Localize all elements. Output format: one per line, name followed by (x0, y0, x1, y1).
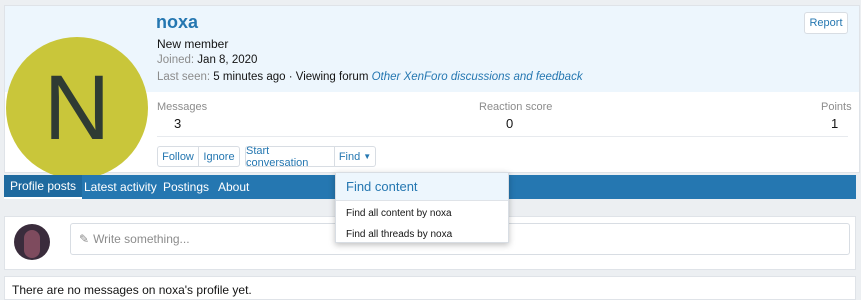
pencil-icon: ✎ (79, 232, 90, 246)
divider (157, 136, 848, 137)
joined-info: Joined: Jan 8, 2020 (157, 54, 257, 66)
viewing-forum-link[interactable]: Other XenForo discussions and feedback (372, 71, 583, 83)
find-all-content-link[interactable]: Find all content by noxa (346, 208, 452, 219)
tab-profile-posts[interactable]: Profile posts (4, 175, 83, 199)
last-seen-label: Last seen: (157, 71, 211, 83)
caret-down-icon: ▼ (363, 152, 372, 161)
dropdown-title: Find content (336, 173, 508, 201)
avatar[interactable]: N (6, 37, 148, 179)
last-seen-value: 5 minutes ago (213, 71, 286, 83)
tab-postings[interactable]: Postings (163, 175, 209, 199)
empty-profile-message: There are no messages on noxa's profile … (4, 276, 856, 300)
report-button[interactable]: Report (804, 12, 848, 34)
ignore-button[interactable]: Ignore (199, 146, 240, 167)
points-value[interactable]: 1 (831, 116, 838, 131)
tab-about[interactable]: About (218, 175, 249, 199)
viewer-avatar[interactable] (14, 224, 50, 260)
find-button[interactable]: Find ▼ (335, 146, 376, 167)
avatar-figure (24, 230, 40, 258)
find-label: Find (338, 150, 361, 163)
messages-label: Messages (157, 101, 208, 113)
user-title: New member (157, 37, 229, 51)
messages-value[interactable]: 3 (174, 116, 181, 131)
find-all-threads-link[interactable]: Find all threads by noxa (346, 229, 452, 240)
reaction-score-value: 0 (506, 116, 514, 131)
find-dropdown-menu: Find content Find all content by noxa Fi… (335, 172, 509, 243)
points-label: Points (821, 101, 852, 113)
start-conversation-button[interactable]: Start conversation (245, 145, 335, 169)
write-placeholder: Write something... (93, 232, 190, 246)
username[interactable]: noxa (156, 12, 198, 33)
reaction-score-label: Reaction score (479, 101, 553, 113)
joined-label: Joined: (157, 54, 195, 66)
last-seen-info: Last seen: 5 minutes ago · Viewing forum… (157, 71, 583, 83)
viewing-text: · Viewing forum (285, 71, 372, 83)
tab-latest-activity[interactable]: Latest activity (84, 175, 157, 199)
joined-value: Jan 8, 2020 (197, 54, 258, 66)
avatar-letter: N (43, 56, 111, 159)
follow-button[interactable]: Follow (157, 146, 199, 167)
